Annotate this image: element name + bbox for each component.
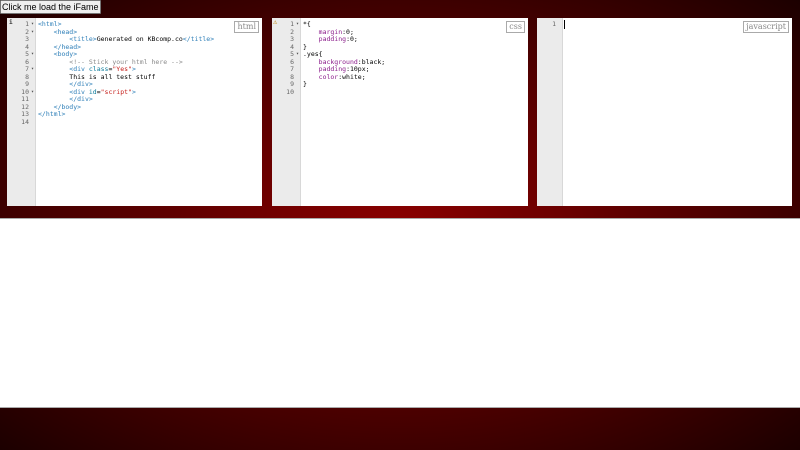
info-marker-icon: i (9, 19, 13, 26)
css-editor[interactable]: ⚠ 1 ▾ 2 3 4 5 ▾ 6 7 8 9 10 *{ margin:0; padding:0;}… (272, 18, 528, 206)
css-editor-gutter: ⚠ 1 ▾ 2 3 4 5 ▾ 6 7 8 9 10 (272, 18, 301, 206)
warning-icon: ⚠ (273, 18, 278, 26)
javascript-editor-gutter: 1 (537, 18, 563, 206)
fold-arrow-icon[interactable]: ▾ (31, 66, 34, 74)
code-token: "script" (100, 87, 132, 96)
code-line: padding:0; (303, 35, 358, 44)
css-mode-label: css (506, 21, 525, 33)
preview-iframe[interactable] (0, 218, 800, 408)
html-editor[interactable]: i 1 ▾ 2 ▾ 3 4 5 ▾ 6 7 ▾ 8 9 10 ▾ 11 12 13 14 <html> <head>… (7, 18, 262, 206)
code-token: > (131, 87, 136, 96)
code-token: color (318, 72, 339, 81)
line-number: 10 (286, 87, 294, 96)
line-number: 1 (552, 20, 556, 28)
html-mode-label: html (234, 21, 259, 33)
fold-arrow-icon[interactable]: ▾ (296, 51, 299, 59)
code-token: padding (318, 35, 347, 43)
code-line: } (303, 80, 307, 89)
text-cursor (564, 20, 565, 29)
code-token: Generated on KBcomp.co (96, 35, 183, 43)
code-line: color:white; (303, 72, 366, 82)
html-editor-gutter: i 1 ▾ 2 ▾ 3 4 5 ▾ 6 7 ▾ 8 9 10 ▾ 11 12 13 14 (7, 18, 36, 206)
code-token: :white; (338, 72, 366, 81)
fold-arrow-icon[interactable]: ▾ (31, 29, 34, 37)
code-token: } (303, 80, 307, 88)
javascript-mode-label: javascript (743, 21, 789, 33)
javascript-editor[interactable]: 1 javascript (537, 18, 792, 206)
code-token: :0; (346, 35, 358, 43)
code-line: </html> (38, 110, 66, 119)
code-token: </html> (38, 110, 66, 118)
line-number: 14 (21, 117, 29, 126)
fold-arrow-icon[interactable]: ▾ (296, 21, 299, 29)
fold-arrow-icon[interactable]: ▾ (31, 21, 34, 29)
fold-arrow-icon[interactable]: ▾ (31, 89, 34, 97)
load-iframe-button[interactable]: Click me load the iFame (0, 0, 101, 14)
code-token: </title> (182, 35, 215, 43)
fold-arrow-icon[interactable]: ▾ (31, 51, 34, 59)
